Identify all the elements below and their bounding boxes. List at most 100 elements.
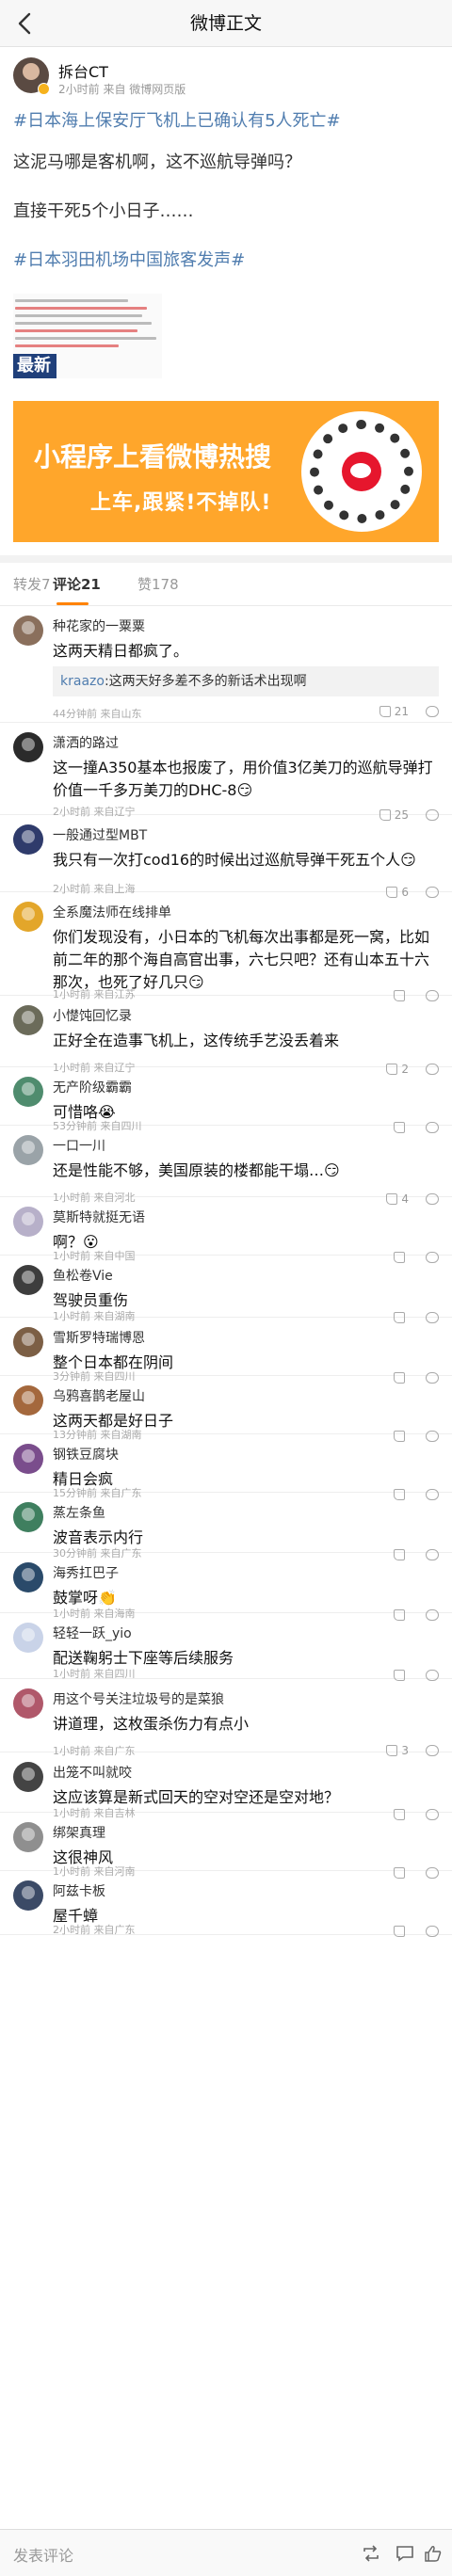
- reply-preview[interactable]: kraazo:这两天好多差不多的新话术出现啊: [53, 666, 439, 696]
- page-title: 微博正文: [189, 13, 262, 34]
- comment-item[interactable]: 全系魔法师在线排单你们发现没有，小日本的飞机每次出事都是死一窝，比如前二年的那个…: [0, 892, 452, 1001]
- like-button[interactable]: [394, 1926, 409, 1937]
- avatar[interactable]: [13, 902, 43, 932]
- comment-item[interactable]: 绑架真理 这很神风 1小时前 来自河南: [0, 1813, 452, 1879]
- comment-item[interactable]: 出笼不叫就咬 这应该算是新式回天的空对空还是空对地？ 1小时前 来自吉林: [0, 1752, 452, 1820]
- comment-actions: [394, 1924, 439, 1939]
- comment-username[interactable]: 蒸左条鱼: [53, 1503, 105, 1522]
- comment-text: 讲道理，这枚蛋杀伤力有点小: [53, 1715, 250, 1733]
- reply-username[interactable]: kraazo: [60, 674, 105, 689]
- comment-username[interactable]: 一般通过型MBT: [53, 825, 147, 844]
- banner-headline: 小程序上看微博热搜: [34, 441, 272, 472]
- qr-code-icon: [301, 411, 422, 532]
- comment-username[interactable]: 用这个号关注垃圾号的是菜狼: [53, 1689, 224, 1708]
- thumbs-up-icon: [394, 1926, 405, 1937]
- image-tag: 最新: [13, 354, 56, 378]
- comment-meta: 44分钟前 来自山东: [53, 708, 142, 720]
- avatar[interactable]: [13, 1327, 43, 1357]
- comment-item[interactable]: 海秀扛巴子 鼓掌呀👏 1小时前 来自海南: [0, 1553, 452, 1621]
- comment-username[interactable]: 雪斯罗特瑞博恩: [53, 1328, 145, 1347]
- avatar[interactable]: [13, 1822, 43, 1852]
- nav-bar: 微博正文: [0, 0, 452, 47]
- comment-text: 我只有一次打cod16的时候出过巡航导弹干死五个人😏: [53, 851, 416, 869]
- reply-text: :这两天好多差不多的新话术出现啊: [104, 674, 307, 689]
- comment-icon[interactable]: [396, 2545, 414, 2562]
- comment-username[interactable]: 种花家的一粟粟: [53, 616, 145, 635]
- comment-username[interactable]: 轻轻一跃_yio: [53, 1624, 132, 1642]
- avatar[interactable]: [13, 1207, 43, 1237]
- avatar[interactable]: [13, 1444, 43, 1474]
- post-username[interactable]: 拆台CT: [58, 59, 108, 82]
- thumbs-up-icon: [379, 706, 391, 717]
- like-count: 21: [394, 705, 409, 718]
- comment-text: 这两天精日都疯了。: [53, 642, 189, 660]
- comment-item[interactable]: 种花家的一粟粟这两天精日都疯了。 kraazo:这两天好多差不多的新话术出现啊 44…: [0, 606, 452, 723]
- comment-username[interactable]: 阿兹卡板: [53, 1881, 105, 1900]
- comment-item[interactable]: 鱼松卷Vie 驾驶员重伤 1小时前 来自湖南: [0, 1256, 452, 1323]
- comment-item[interactable]: 一口一川 还是性能不够，美国原装的楼都能干塌…😏 1小时前 来自河北 4: [0, 1126, 452, 1206]
- avatar[interactable]: [13, 1005, 43, 1035]
- comment-item[interactable]: 阿兹卡板 屋千蟑 2小时前 来自广东: [0, 1871, 452, 1937]
- comment-item[interactable]: 蒸左条鱼 波音表示内行 30分钟前 来自广东: [0, 1493, 452, 1560]
- avatar[interactable]: [13, 824, 43, 855]
- comment-username[interactable]: 绑架真理: [53, 1823, 105, 1842]
- comment-username[interactable]: 出笼不叫就咬: [53, 1763, 132, 1782]
- avatar[interactable]: [13, 1880, 43, 1911]
- comment-username[interactable]: 莫斯特就挺无语: [53, 1208, 145, 1226]
- comment-username[interactable]: 海秀扛巴子: [53, 1563, 119, 1582]
- repost-icon[interactable]: [362, 2545, 380, 2562]
- weibo-logo-icon: [342, 452, 381, 491]
- comment-text: 正好全在造事飞机上，这传统手艺没丢着来: [53, 1032, 340, 1049]
- comment-username[interactable]: 潇洒的路过: [53, 733, 119, 752]
- comment-item[interactable]: 雪斯罗特瑞博恩 整个日本都在阴间 3分钟前 来自四川: [0, 1318, 452, 1384]
- comment-text: 这一撞A350基本也报废了，用价值3亿美刀的巡航导弹打价值一千多万美刀的DHC-…: [53, 759, 433, 799]
- comment-username[interactable]: 一口一川: [53, 1136, 105, 1155]
- like-button[interactable]: 21: [379, 705, 409, 718]
- comment-item[interactable]: 乌鸦喜鹊老屋山 这两天都是好日子 13分钟前 来自湖南: [0, 1376, 452, 1442]
- comment-item[interactable]: 莫斯特就挺无语 啊？😮 1小时前 来自中国: [0, 1197, 452, 1263]
- comment-username[interactable]: 小憷饨回忆录: [53, 1006, 132, 1025]
- avatar[interactable]: [13, 1385, 43, 1416]
- avatar[interactable]: [13, 1135, 43, 1165]
- banner-subline: 上车,跟紧!不掉队!: [90, 491, 272, 515]
- bottom-bar: 发表评论: [0, 2529, 452, 2576]
- comment-text: 你们发现没有，小日本的飞机每次出事都是死一窝，比如前二年的那个海自高官出事，六七…: [53, 928, 430, 991]
- tab-reposts[interactable]: 转发7: [13, 563, 51, 606]
- post-image[interactable]: 最新: [13, 294, 162, 378]
- avatar[interactable]: [13, 732, 43, 762]
- comment-item[interactable]: 无产阶级霸霸 可惜咯😭 53分钟前 来自四川: [0, 1067, 452, 1133]
- comment-input[interactable]: 发表评论: [13, 2543, 73, 2566]
- comment-username[interactable]: 全系魔法师在线排单: [53, 903, 171, 921]
- avatar[interactable]: [13, 1265, 43, 1295]
- avatar[interactable]: [13, 1762, 43, 1792]
- comment-username[interactable]: 鱼松卷Vie: [53, 1266, 113, 1285]
- comment-bubble-icon[interactable]: [426, 1926, 439, 1937]
- verified-badge-icon: [38, 83, 50, 95]
- topic-link[interactable]: #日本海上保安厅飞机上已确认有5人死亡#: [13, 109, 439, 134]
- avatar[interactable]: [13, 1623, 43, 1653]
- comment-item[interactable]: 潇洒的路过这一撞A350基本也报废了，用价值3亿美刀的巡航导弹打价值一千多万美刀…: [0, 723, 452, 822]
- comment-item[interactable]: 小憷饨回忆录 正好全在造事飞机上，这传统手艺没丢着来 1小时前 来自辽宁 2: [0, 996, 452, 1076]
- topic-link[interactable]: #日本羽田机场中国旅客发声#: [13, 248, 439, 273]
- comment-item[interactable]: 一般通过型MBT 我只有一次打cod16的时候出过巡航导弹干死五个人😏 2小时前 来…: [0, 815, 452, 899]
- avatar[interactable]: [13, 1077, 43, 1107]
- comment-bubble-icon[interactable]: [426, 706, 439, 717]
- comment-username[interactable]: 乌鸦喜鹊老屋山: [53, 1386, 145, 1405]
- avatar[interactable]: [13, 1502, 43, 1532]
- avatar[interactable]: [13, 1562, 43, 1592]
- comment-item[interactable]: 用这个号关注垃圾号的是菜狼 讲道理，这枚蛋杀伤力有点小 1小时前 来自广东 3: [0, 1679, 452, 1757]
- tab-bar: 转发7 评论21 赞178: [0, 563, 452, 606]
- comment-item[interactable]: 钢铁豆腐块 精日会疯 15分钟前 来自广东: [0, 1434, 452, 1500]
- comment-actions: 21: [379, 704, 439, 719]
- comment-item[interactable]: 轻轻一跃_yio 配送鞠躬士下座等后续服务 1小时前 来自四川: [0, 1613, 452, 1681]
- avatar[interactable]: [13, 1688, 43, 1719]
- like-icon[interactable]: [424, 2545, 443, 2562]
- tab-likes[interactable]: 赞178: [137, 563, 179, 606]
- comment-list: 种花家的一粟粟这两天精日都疯了。 kraazo:这两天好多差不多的新话术出现啊 44…: [0, 606, 452, 2529]
- comment-username[interactable]: 钢铁豆腐块: [53, 1445, 119, 1464]
- comment-username[interactable]: 无产阶级霸霸: [53, 1078, 132, 1096]
- avatar[interactable]: [13, 616, 43, 646]
- comment-meta: 2小时前 来自广东: [53, 1924, 136, 1936]
- tab-comments[interactable]: 评论21: [53, 563, 101, 606]
- mini-program-banner[interactable]: 小程序上看微博热搜 上车,跟紧!不掉队!: [13, 401, 439, 542]
